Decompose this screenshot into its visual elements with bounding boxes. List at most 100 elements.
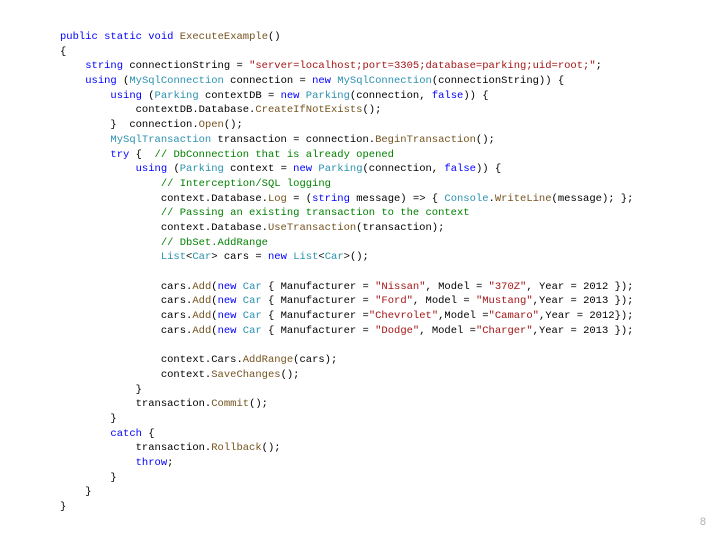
- code-text: ();: [262, 442, 281, 454]
- member: WriteLine: [495, 193, 552, 205]
- code-text: { Manufacturer =: [262, 295, 375, 307]
- code-text: > cars =: [211, 251, 268, 263]
- code-text: { Manufacturer =: [262, 310, 369, 322]
- type-name: Car: [243, 295, 262, 307]
- code-text: ,Year = 2012});: [539, 310, 634, 322]
- code-text: (: [167, 163, 180, 175]
- member: BeginTransaction: [375, 134, 476, 146]
- code-text: context.Cars.: [161, 354, 243, 366]
- code-text: >();: [344, 251, 369, 263]
- string-literal: "Charger": [476, 325, 533, 337]
- kw-new: new: [312, 75, 331, 87]
- page-number: 8: [700, 515, 706, 530]
- code-text: (connectionString)) {: [432, 75, 564, 87]
- member: Open: [199, 119, 224, 131]
- member: Add: [192, 295, 211, 307]
- kw-void: void: [148, 31, 173, 43]
- parens: (): [268, 31, 281, 43]
- member: Log: [268, 193, 287, 205]
- kw-try: try: [110, 149, 129, 161]
- code-text: { Manufacturer =: [262, 325, 375, 337]
- member: SaveChanges: [211, 369, 280, 381]
- string-literal: "Nissan": [375, 281, 425, 293]
- type-name: Parking: [306, 90, 350, 102]
- kw-throw: throw: [136, 457, 168, 469]
- brace: }: [60, 501, 66, 513]
- type-name: Car: [243, 310, 262, 322]
- code-text: ();: [224, 119, 243, 131]
- code-text: ();: [249, 398, 268, 410]
- kw-new: new: [218, 325, 237, 337]
- slide-page: public static void ExecuteExample() { st…: [0, 0, 720, 540]
- type-name: Car: [243, 281, 262, 293]
- code-text: (: [142, 90, 155, 102]
- comment: // DbConnection that is already opened: [155, 149, 394, 161]
- code-text: ;: [167, 457, 173, 469]
- code-text: context.Database.: [161, 193, 268, 205]
- string-literal: "Dodge": [375, 325, 419, 337]
- code-text: ();: [281, 369, 300, 381]
- kw-new: new: [218, 310, 237, 322]
- type-name: MySqlConnection: [337, 75, 432, 87]
- member: Add: [192, 281, 211, 293]
- kw-using: using: [85, 75, 117, 87]
- kw-string: string: [312, 193, 350, 205]
- kw-using: using: [136, 163, 168, 175]
- kw-new: new: [218, 295, 237, 307]
- brace: }: [85, 486, 91, 498]
- type-name: List: [161, 251, 186, 263]
- brace: {: [60, 46, 66, 58]
- brace: }: [136, 384, 142, 396]
- code-text: = (: [287, 193, 312, 205]
- code-text: , Model =: [426, 281, 489, 293]
- code-text: cars.: [161, 295, 193, 307]
- code-text: , Year = 2012 });: [526, 281, 633, 293]
- kw-catch: catch: [110, 428, 142, 440]
- string-literal: "370Z": [489, 281, 527, 293]
- member: Rollback: [211, 442, 261, 454]
- code-text: { Manufacturer =: [262, 281, 375, 293]
- code-text: contextDB.Database.: [136, 104, 256, 116]
- code-text: (cars);: [293, 354, 337, 366]
- code-text: ();: [362, 104, 381, 116]
- code-text: transaction.: [136, 398, 212, 410]
- code-text: )) {: [476, 163, 501, 175]
- code-text: context.Database.: [161, 222, 268, 234]
- comment: // Passing an existing transaction to th…: [161, 207, 470, 219]
- code-text: } connection.: [110, 119, 198, 131]
- kw-new: new: [218, 281, 237, 293]
- kw-new: new: [268, 251, 287, 263]
- code-text: (connection,: [363, 163, 445, 175]
- code-text: {: [129, 149, 154, 161]
- code-text: ,Year = 2013 });: [533, 295, 634, 307]
- code-text: (transaction);: [356, 222, 444, 234]
- kw-static: static: [104, 31, 142, 43]
- code-text: context =: [224, 163, 293, 175]
- member: UseTransaction: [268, 222, 356, 234]
- kw-string: string: [85, 60, 123, 72]
- code-text: cars.: [161, 281, 193, 293]
- code-text: (message); };: [552, 193, 634, 205]
- semicolon: ;: [596, 60, 602, 72]
- string-literal: "Camaro": [489, 310, 539, 322]
- code-text: cars.: [161, 310, 193, 322]
- type-name: MySqlConnection: [129, 75, 224, 87]
- code-text: ,Model =: [438, 310, 488, 322]
- kw-new: new: [293, 163, 312, 175]
- code-text: ,Year = 2013 });: [533, 325, 634, 337]
- comment: // DbSet.AddRange: [161, 237, 268, 249]
- code-text: connectionString =: [123, 60, 249, 72]
- kw-new: new: [281, 90, 300, 102]
- type-name: Parking: [318, 163, 362, 175]
- kw-false: false: [444, 163, 476, 175]
- member: Add: [192, 310, 211, 322]
- code-text: (connection,: [350, 90, 432, 102]
- kw-public: public: [60, 31, 98, 43]
- code-text: context.: [161, 369, 211, 381]
- code-text: transaction = connection.: [211, 134, 375, 146]
- type-name: Car: [192, 251, 211, 263]
- code-text: connection =: [224, 75, 312, 87]
- type-name: Car: [243, 325, 262, 337]
- member: AddRange: [243, 354, 293, 366]
- kw-false: false: [432, 90, 464, 102]
